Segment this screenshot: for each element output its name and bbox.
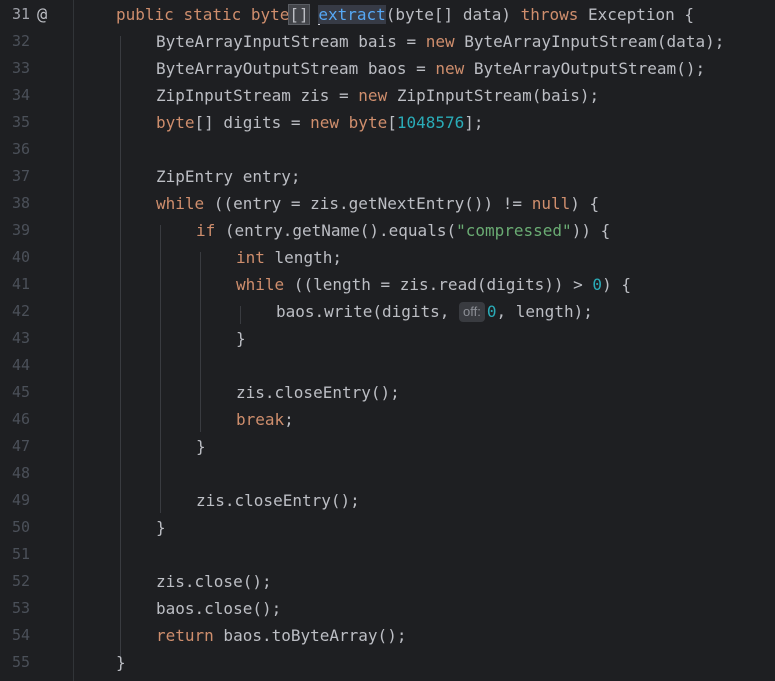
line-number: 33 [11, 59, 30, 77]
code-line[interactable]: 50 } [0, 514, 775, 541]
code-line[interactable]: 45 zis.closeEntry(); [0, 379, 775, 406]
code-line[interactable]: 43 } [0, 325, 775, 352]
code-line[interactable]: 46 break; [0, 406, 775, 433]
code-text: zis.closeEntry(); [236, 383, 400, 402]
code-line[interactable]: 44 [0, 352, 775, 379]
code-line[interactable]: 31 @ public static byte[] extract(byte[]… [0, 1, 775, 28]
line-number: 44 [11, 356, 30, 374]
line-number: 41 [11, 275, 30, 293]
code-text: while ((length = zis.read(digits)) > 0) … [236, 275, 631, 294]
code-text: if (entry.getName().equals("compressed")… [196, 221, 611, 240]
code-text: ByteArrayOutputStream baos = new ByteArr… [156, 59, 706, 78]
code-text: } [116, 653, 126, 672]
code-line[interactable]: 55 } [0, 649, 775, 676]
annotation-at-icon[interactable]: @ [37, 2, 47, 29]
code-line[interactable]: 34 ZipInputStream zis = new ZipInputStre… [0, 82, 775, 109]
code-line[interactable]: 51 [0, 541, 775, 568]
code-text: } [196, 437, 206, 456]
code-text: return baos.toByteArray(); [156, 626, 407, 645]
line-number: 35 [11, 113, 30, 131]
code-text: zis.close(); [156, 572, 272, 591]
code-line[interactable]: 32 ByteArrayInputStream bais = new ByteA… [0, 28, 775, 55]
parameter-hint[interactable]: off: [459, 302, 485, 322]
line-number: 46 [11, 410, 30, 428]
line-number: 32 [11, 32, 30, 50]
code-text: baos.write(digits, off: 0, length); [276, 302, 593, 322]
line-number: 50 [11, 518, 30, 536]
code-line[interactable]: 33 ByteArrayOutputStream baos = new Byte… [0, 55, 775, 82]
code-text: zis.closeEntry(); [196, 491, 360, 510]
code-line[interactable]: 39 if (entry.getName().equals("compresse… [0, 217, 775, 244]
line-number: 51 [11, 545, 30, 563]
code-text: byte[] digits = new byte[1048576]; [156, 113, 484, 132]
line-number: 43 [11, 329, 30, 347]
line-number[interactable]: 31 [0, 1, 30, 28]
code-text: public static byte[] extract(byte[] data… [116, 4, 694, 25]
code-line[interactable]: 40 int length; [0, 244, 775, 271]
line-number: 38 [11, 194, 30, 212]
line-number: 45 [11, 383, 30, 401]
code-line[interactable]: 41 while ((length = zis.read(digits)) > … [0, 271, 775, 298]
code-text: int length; [236, 248, 342, 267]
line-number: 54 [11, 626, 30, 644]
line-number: 49 [11, 491, 30, 509]
code-line[interactable]: 53 baos.close(); [0, 595, 775, 622]
line-number: 48 [11, 464, 30, 482]
line-number: 36 [11, 140, 30, 158]
line-number: 39 [11, 221, 30, 239]
code-line[interactable]: 52 zis.close(); [0, 568, 775, 595]
code-text: ZipInputStream zis = new ZipInputStream(… [156, 86, 600, 105]
line-number: 55 [11, 653, 30, 671]
code-line[interactable]: 49 zis.closeEntry(); [0, 487, 775, 514]
code-line[interactable]: 42 baos.write(digits, off: 0, length); [0, 298, 775, 325]
code-text: ZipEntry entry; [156, 167, 301, 186]
line-number: 40 [11, 248, 30, 266]
code-text: while ((entry = zis.getNextEntry()) != n… [156, 194, 600, 213]
code-line[interactable]: 47 } [0, 433, 775, 460]
line-number: 42 [11, 302, 30, 320]
code-line[interactable]: 37 ZipEntry entry; [0, 163, 775, 190]
code-text: ByteArrayInputStream bais = new ByteArra… [156, 32, 725, 51]
code-line[interactable]: 36 [0, 136, 775, 163]
code-text: baos.close(); [156, 599, 282, 618]
code-line[interactable]: 48 [0, 460, 775, 487]
code-line[interactable]: 54 return baos.toByteArray(); [0, 622, 775, 649]
code-line[interactable]: 38 while ((entry = zis.getNextEntry()) !… [0, 190, 775, 217]
line-number: 53 [11, 599, 30, 617]
line-number: 34 [11, 86, 30, 104]
code-text: break; [236, 410, 294, 429]
code-text: } [236, 329, 246, 348]
line-number: 47 [11, 437, 30, 455]
code-editor[interactable]: 31 @ public static byte[] extract(byte[]… [0, 0, 775, 681]
code-line[interactable]: 35 byte[] digits = new byte[1048576]; [0, 109, 775, 136]
code-text: } [156, 518, 166, 537]
line-number: 52 [11, 572, 30, 590]
line-number: 37 [11, 167, 30, 185]
